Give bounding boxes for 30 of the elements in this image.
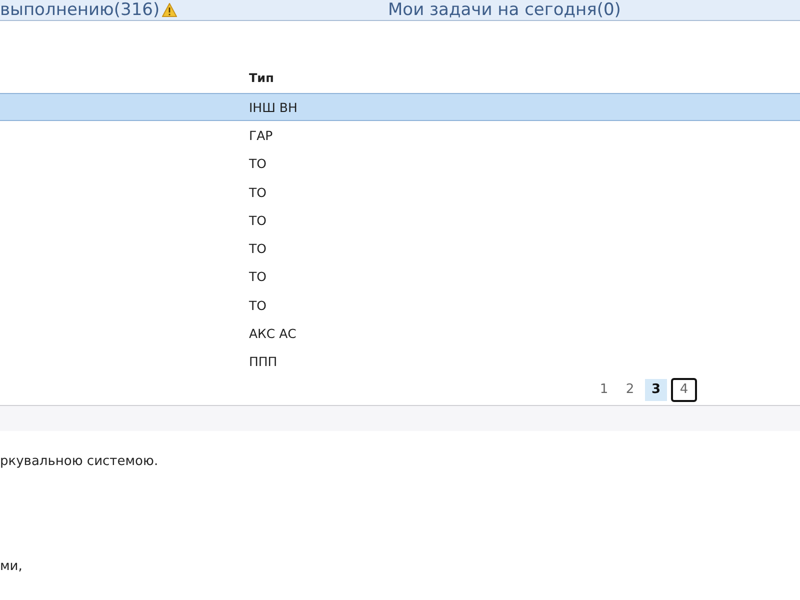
table-row[interactable]: ТО xyxy=(0,178,800,206)
page-link[interactable]: 1 xyxy=(593,378,615,401)
table-cell: ІНШ ВН xyxy=(249,100,298,115)
column-header: Тип xyxy=(249,71,274,85)
table-row[interactable]: ТО xyxy=(0,291,800,320)
table-cell: ТО xyxy=(249,241,266,256)
page-link[interactable]: 4 xyxy=(671,378,697,402)
table-row[interactable]: ТО xyxy=(0,150,800,178)
page-link[interactable]: 3 xyxy=(645,378,667,401)
table-row[interactable]: АКС АС xyxy=(0,319,800,348)
table-cell: ТО xyxy=(249,212,266,228)
table-row[interactable]: ТО xyxy=(0,234,800,263)
table-row[interactable]: ІНШ ВН xyxy=(0,93,800,122)
table-row[interactable]: ГАР xyxy=(0,121,800,150)
table-cell: АКС АС xyxy=(249,326,296,342)
table-row[interactable]: ТО xyxy=(0,206,800,234)
body-text: ркувальною системою. xyxy=(0,452,158,470)
table-cell: ТО xyxy=(249,156,266,172)
table-cell: ГАР xyxy=(249,128,273,143)
table-row[interactable]: ТО xyxy=(0,262,800,292)
table-cell: ТО xyxy=(249,269,266,284)
tab-link[interactable]: выполнению(316) xyxy=(0,0,160,20)
body-text: ми, xyxy=(0,558,22,575)
table-row[interactable]: ППП xyxy=(0,348,800,376)
table-cell: ТО xyxy=(249,184,266,200)
table-cell: ППП xyxy=(249,354,278,370)
warning-icon xyxy=(162,3,177,17)
page-link[interactable]: 2 xyxy=(619,378,641,401)
tab-link[interactable]: Мои задачи на сегодня(0) xyxy=(388,0,621,20)
table-cell: ТО xyxy=(249,298,266,313)
